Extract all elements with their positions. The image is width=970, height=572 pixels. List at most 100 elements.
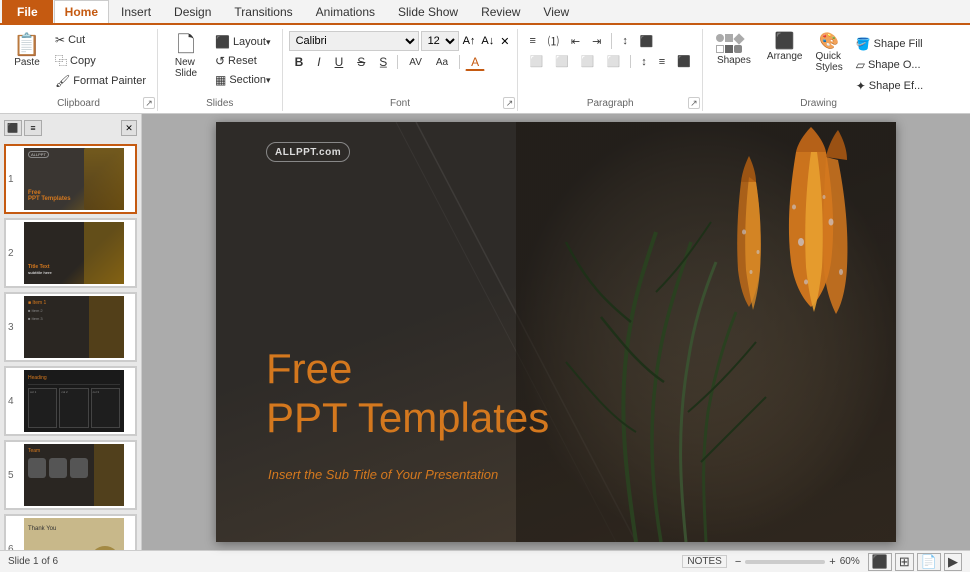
add-remove-cols-button[interactable]: ⬛	[635, 33, 659, 50]
group-drawing: Shapes ⬛ Arrange 🎨 QuickStyles 🪣 Shape F…	[703, 29, 934, 111]
tab-home[interactable]: Home	[54, 0, 109, 23]
justify-button[interactable]: ⬜	[602, 53, 626, 70]
new-slide-button[interactable]: 🗋 NewSlide	[164, 31, 208, 82]
section-button[interactable]: ▦ Section ▾	[210, 71, 276, 89]
group-paragraph: ≡ ⑴ ⇤ ⇥ ↕ ⬛ ⬜ ⬜ ⬜ ⬜ ↕ ≡ ⬛	[518, 29, 702, 111]
zoom-in-button[interactable]: +	[829, 556, 835, 568]
copy-button[interactable]: ⿻ Copy	[50, 50, 151, 71]
slide-view: ALLPPT.com Free PPT Templates Insert the…	[142, 114, 970, 550]
shape-fill-button[interactable]: 🪣 Shape Fill	[851, 35, 929, 53]
align-center-button[interactable]: ⬜	[550, 53, 574, 70]
clear-format-button[interactable]: ✕	[498, 35, 511, 48]
shape-effects-icon: ✦	[856, 79, 866, 93]
shapes-button[interactable]: Shapes	[709, 31, 759, 69]
layout-icon: ⬛	[215, 35, 230, 49]
quick-styles-icon: 🎨	[819, 34, 839, 50]
slide-thumbnail-3[interactable]: 3 ■ Item 1 ■ Item 2 ■ Item 3	[4, 292, 137, 362]
group-font: Calibri 12 A↑ A↓ ✕ B I U S S̲ AV	[283, 29, 519, 111]
slide-subtitle[interactable]: Insert the Sub Title of Your Presentatio…	[268, 467, 498, 482]
normal-view-button[interactable]: ⬛	[868, 553, 892, 571]
reading-view-button[interactable]: 📄	[917, 553, 941, 571]
tab-slideshow[interactable]: Slide Show	[387, 0, 469, 23]
slide-panel: ⬛ ≡ ✕ 1 FreePPT Templates ALLPPT 2 Title…	[0, 114, 142, 550]
increase-indent-button[interactable]: ⇥	[587, 33, 606, 50]
bullets-button[interactable]: ≡	[524, 33, 540, 49]
decrease-font-button[interactable]: A↓	[479, 35, 496, 47]
arrange-button[interactable]: ⬛ Arrange	[762, 31, 808, 65]
separator2	[459, 55, 460, 69]
group-slides: 🗋 NewSlide ⬛ Layout ▾ ↺ Reset ▦	[158, 29, 283, 111]
close-panel-button[interactable]: ✕	[121, 120, 137, 136]
quick-styles-button[interactable]: 🎨 QuickStyles	[810, 31, 847, 76]
tab-review[interactable]: Review	[470, 0, 531, 23]
shape-effects-button[interactable]: ✦ Shape Ef...	[851, 77, 929, 95]
shapes-preview	[716, 34, 752, 53]
tab-file[interactable]: File	[2, 0, 53, 23]
numbering-button[interactable]: ⑴	[543, 31, 564, 51]
align-left-button[interactable]: ⬜	[524, 53, 548, 70]
paragraph-dialog-launcher[interactable]: ↗	[688, 97, 700, 109]
slide-thumbnail-2[interactable]: 2 Title Textsubtitle here	[4, 218, 137, 288]
align-right-button[interactable]: ⬜	[576, 53, 600, 70]
tab-view[interactable]: View	[532, 0, 580, 23]
decrease-indent-button[interactable]: ⇤	[566, 33, 585, 50]
cut-icon: ✂	[55, 33, 65, 47]
sep3	[611, 33, 612, 49]
paste-icon: 📋	[13, 34, 40, 56]
shape-fill-icon: 🪣	[856, 37, 871, 51]
tab-insert[interactable]: Insert	[110, 0, 162, 23]
change-case-button[interactable]: Aa	[430, 55, 454, 70]
cut-button[interactable]: ✂ Cut	[50, 31, 151, 49]
group-clipboard: 📋 Paste ✂ Cut ⿻ Copy 🖌 Format Painter	[0, 29, 158, 111]
layout-button[interactable]: ⬛ Layout ▾	[210, 33, 276, 51]
text-shadow-button[interactable]: S̲	[373, 53, 392, 71]
char-spacing-button[interactable]: AV	[403, 55, 428, 70]
underline-button[interactable]: U	[329, 53, 350, 71]
clipboard-dialog-launcher[interactable]: ↗	[143, 97, 155, 109]
font-dialog-launcher[interactable]: ↗	[503, 97, 515, 109]
italic-button[interactable]: I	[311, 53, 326, 71]
slide-canvas[interactable]: ALLPPT.com Free PPT Templates Insert the…	[216, 122, 896, 542]
arrange-icon: ⬛	[775, 34, 795, 50]
text-direction-button[interactable]: ↕	[636, 54, 652, 70]
bold-button[interactable]: B	[289, 53, 310, 71]
font-size-select[interactable]: 12	[421, 31, 459, 51]
zoom-value: 60%	[840, 556, 860, 567]
slide-thumbnail-5[interactable]: 5 Team	[4, 440, 137, 510]
slide-thumbnail-6[interactable]: 6 Thank You	[4, 514, 137, 550]
paste-button[interactable]: 📋 Paste	[6, 31, 48, 71]
slide-thumbnail-4[interactable]: 4 Heading col 1 col 2 col 3	[4, 366, 137, 436]
font-name-select[interactable]: Calibri	[289, 31, 419, 51]
slide-preview-6: Thank You	[24, 518, 124, 550]
separator	[397, 55, 398, 69]
line-spacing-button[interactable]: ↕	[617, 33, 633, 49]
strikethrough-button[interactable]: S	[351, 53, 371, 71]
format-painter-icon: 🖌	[55, 74, 70, 88]
outline-view-btn[interactable]: ≡	[24, 120, 42, 136]
reset-button[interactable]: ↺ Reset	[210, 52, 276, 70]
zoom-slider[interactable]	[745, 560, 825, 564]
tab-design[interactable]: Design	[163, 0, 222, 23]
font-color-button[interactable]: A	[465, 54, 485, 71]
increase-font-button[interactable]: A↑	[461, 35, 478, 47]
slide-num-1: 1	[8, 174, 20, 185]
slide-info: Slide 1 of 6	[8, 556, 58, 567]
ribbon: File Home Insert Design Transitions Anim…	[0, 0, 970, 114]
tab-animations[interactable]: Animations	[305, 0, 386, 23]
zoom-out-button[interactable]: −	[735, 556, 741, 568]
notes-button[interactable]: NOTES	[682, 555, 726, 568]
convert-smartart-button[interactable]: ⬛	[672, 53, 696, 70]
tab-transitions[interactable]: Transitions	[223, 0, 303, 23]
slide-title[interactable]: Free PPT Templates	[266, 345, 549, 442]
ribbon-tabs: File Home Insert Design Transitions Anim…	[0, 0, 970, 23]
slides-view-btn[interactable]: ⬛	[4, 120, 22, 136]
shape-outline-button[interactable]: ▱ Shape O...	[851, 56, 929, 74]
format-painter-button[interactable]: 🖌 Format Painter	[50, 72, 151, 90]
slide-preview-2: Title Textsubtitle here	[24, 222, 124, 284]
slide-sorter-button[interactable]: ⊞	[895, 553, 914, 571]
slideshow-button[interactable]: ▶	[944, 553, 962, 571]
slide-preview-4: Heading col 1 col 2 col 3	[24, 370, 124, 432]
view-buttons: ⬛ ⊞ 📄 ▶	[868, 553, 962, 571]
align-text-button[interactable]: ≡	[654, 54, 670, 70]
slide-thumbnail-1[interactable]: 1 FreePPT Templates ALLPPT	[4, 144, 137, 214]
